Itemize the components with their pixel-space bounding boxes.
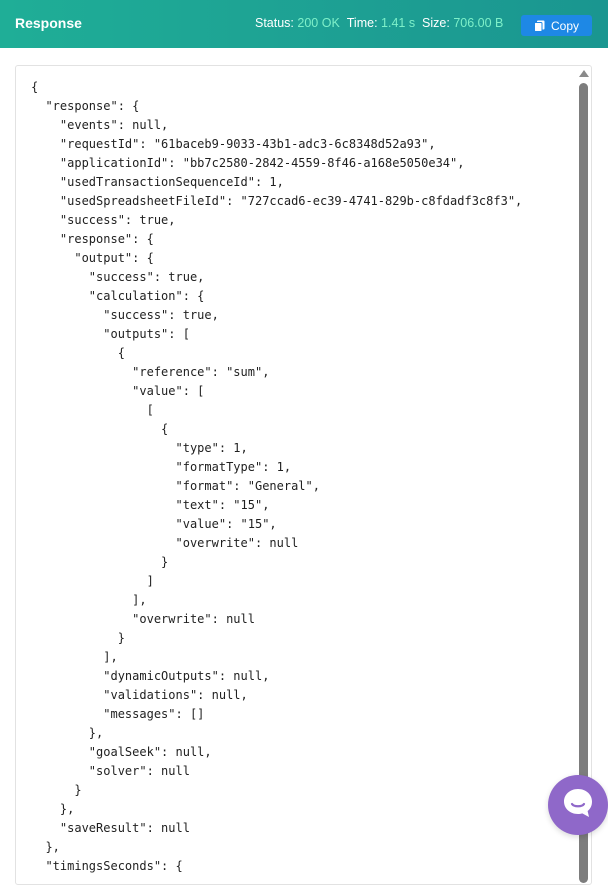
json-line: "calculation": { <box>31 289 205 303</box>
json-line: "value": "15", <box>31 517 277 531</box>
copy-icon <box>533 20 545 32</box>
scroll-thumb[interactable] <box>579 83 588 883</box>
json-line: "response": { <box>31 232 154 246</box>
json-line: "response": { <box>31 99 140 113</box>
json-line: "events": null, <box>31 118 169 132</box>
json-line: }, <box>31 840 60 854</box>
response-stats: Status: 200 OK Time: 1.41 s Size: 706.00… <box>255 16 503 31</box>
json-line: "usedTransactionSequenceId": 1, <box>31 175 284 189</box>
response-title: Response <box>15 15 82 31</box>
json-line: "validations": null, <box>31 688 248 702</box>
json-line: { <box>31 346 125 360</box>
json-line: "formatType": 1, <box>31 460 292 474</box>
json-line: "success": true, <box>31 270 205 284</box>
scroll-up-arrow-icon[interactable] <box>579 70 589 77</box>
json-line: "value": [ <box>31 384 205 398</box>
json-line: "saveResult": null <box>31 821 190 835</box>
json-line: "overwrite": null <box>31 612 255 626</box>
json-line: ], <box>31 593 147 607</box>
status-label: Status: <box>255 16 294 30</box>
json-line: "goalSeek": null, <box>31 745 212 759</box>
json-line: "dynamicOutputs": null, <box>31 669 270 683</box>
time-value: 1.41 s <box>381 16 416 30</box>
json-line: }, <box>31 726 104 740</box>
json-line: "type": 1, <box>31 441 248 455</box>
json-line: "timingsSeconds": { <box>31 859 183 873</box>
json-line: } <box>31 555 169 569</box>
json-line: ] <box>31 574 154 588</box>
json-line: { <box>31 422 169 436</box>
json-line: "text": "15", <box>31 498 270 512</box>
json-line: "reference": "sum", <box>31 365 270 379</box>
chat-bubble-icon <box>561 786 595 825</box>
json-line: { <box>31 80 39 94</box>
copy-label: Copy <box>550 18 579 33</box>
json-line: "usedSpreadsheetFileId": "727ccad6-ec39-… <box>31 194 523 208</box>
json-line: "solver": null <box>31 764 190 778</box>
scrollbar[interactable] <box>576 66 592 883</box>
json-line: ], <box>31 650 118 664</box>
json-line: "messages": [] <box>31 707 205 721</box>
copy-button[interactable]: Copy <box>521 15 592 36</box>
response-header: Response Status: 200 OK Time: 1.41 s Siz… <box>0 0 608 48</box>
json-line: "format": "General", <box>31 479 320 493</box>
json-line: } <box>31 631 125 645</box>
json-line: "applicationId": "bb7c2580-2842-4559-8f4… <box>31 156 465 170</box>
json-line: "overwrite": null <box>31 536 299 550</box>
json-line: "requestId": "61baceb9-9033-43b1-adc3-6c… <box>31 137 436 151</box>
status-value: 200 OK <box>297 16 340 30</box>
json-line: "success": true, <box>31 308 219 322</box>
json-line: }, <box>31 802 75 816</box>
chat-button[interactable] <box>548 775 608 835</box>
json-line: } <box>31 783 82 797</box>
response-body-panel[interactable]: { "response": { "events": null, "request… <box>15 65 592 885</box>
size-label: Size: <box>422 16 450 30</box>
json-viewer: { "response": { "events": null, "request… <box>31 78 522 876</box>
json-line: "outputs": [ <box>31 327 190 341</box>
json-line: [ <box>31 403 154 417</box>
time-label: Time: <box>346 16 378 30</box>
json-line: "output": { <box>31 251 154 265</box>
json-line: "success": true, <box>31 213 176 227</box>
size-value: 706.00 B <box>453 16 504 30</box>
